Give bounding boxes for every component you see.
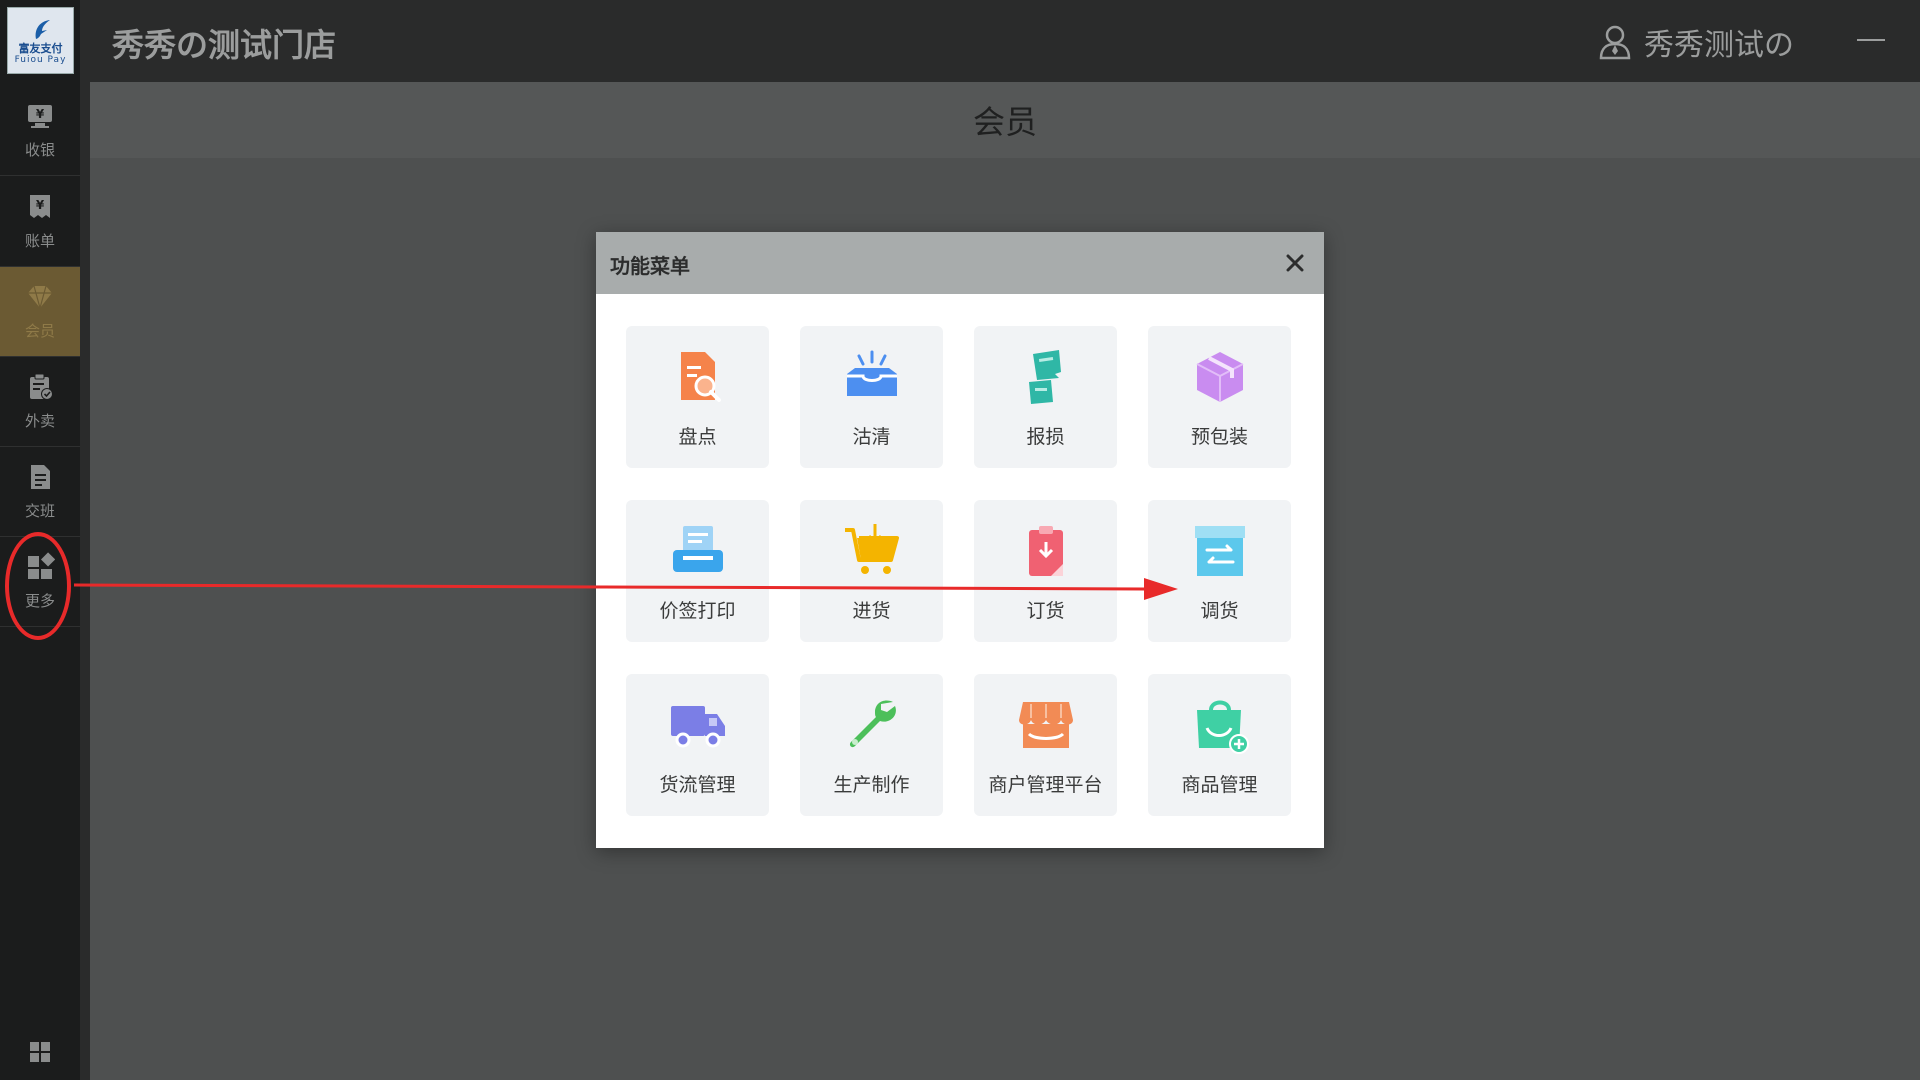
sidebar-item-label: 交班 <box>24 502 55 520</box>
diamond-icon <box>28 285 52 309</box>
document-icon <box>31 465 50 489</box>
tile-label: 商品管理 <box>1181 774 1258 796</box>
dialog-header: 功能菜单 <box>596 232 1324 294</box>
order-goods-icon <box>1028 526 1063 576</box>
tile-label: 生产制作 <box>833 774 910 796</box>
minimize-button[interactable] <box>1857 24 1887 54</box>
sidebar-item-bill[interactable]: ¥ 账单 <box>0 177 80 267</box>
app-grid-icon[interactable] <box>28 1040 52 1064</box>
tile-purchase[interactable]: 进货 <box>800 500 943 642</box>
sidebar-item-cashier[interactable]: ¥ 收银 <box>0 86 80 176</box>
truck-icon <box>670 706 725 748</box>
tile-damage-report[interactable]: 报损 <box>974 326 1117 468</box>
tile-label: 盘点 <box>678 426 717 448</box>
sidebar-item-label: 会员 <box>24 322 55 340</box>
section-title: 会员 <box>972 103 1037 141</box>
user-icon <box>1599 25 1631 60</box>
shopping-bag-icon <box>1196 700 1249 754</box>
storefront-icon <box>1018 702 1073 748</box>
sold-out-icon <box>846 350 897 396</box>
clipboard-check-icon <box>30 373 53 400</box>
tile-production[interactable]: 生产制作 <box>800 674 943 816</box>
sidebar-item-label: 收银 <box>24 141 55 159</box>
sidebar-item-label: 外卖 <box>24 412 55 430</box>
tile-stock-take[interactable]: 盘点 <box>626 326 769 468</box>
tile-product-management[interactable]: 商品管理 <box>1148 674 1291 816</box>
sidebar-item-member[interactable]: 会员 <box>0 267 80 357</box>
svg-text:¥: ¥ <box>36 107 45 121</box>
function-menu-dialog: 功能菜单 盘点 沽清 报损 预包装 价签打印 进货 订货 调货 货流管理 生产制… <box>596 232 1324 848</box>
sidebar-item-shift-handover[interactable]: 交班 <box>0 447 80 537</box>
annotation-highlight-circle <box>5 532 71 640</box>
logo-text-cn: 富友支付 <box>18 41 63 55</box>
tile-label: 调货 <box>1200 600 1239 622</box>
bill-icon: ¥ <box>30 195 50 218</box>
logo-text-en: Fuiou Pay <box>14 54 67 65</box>
tile-sold-out[interactable]: 沽清 <box>800 326 943 468</box>
dialog-title: 功能菜单 <box>610 254 690 278</box>
store-name: 秀秀の测试门店 <box>112 26 337 64</box>
tile-label: 报损 <box>1026 426 1065 448</box>
prepackage-box-icon <box>1196 352 1243 402</box>
user-menu[interactable]: 秀秀测试の <box>1598 22 1794 63</box>
fuiou-logo-icon <box>35 19 50 39</box>
purchase-cart-icon <box>844 524 899 574</box>
tile-label: 预包装 <box>1190 426 1248 448</box>
section-header: 会员 <box>90 82 1920 158</box>
tile-label-print[interactable]: 价签打印 <box>626 500 769 642</box>
transfer-goods-icon <box>1194 526 1245 576</box>
tile-order-goods[interactable]: 订货 <box>974 500 1117 642</box>
top-header: 秀秀の测试门店 秀秀测试の <box>80 0 1920 82</box>
svg-text:¥: ¥ <box>36 198 45 212</box>
fuiou-pay-logo: 富友支付 Fuiou Pay <box>7 7 74 74</box>
damage-report-icon <box>1028 350 1061 404</box>
cash-register-icon: ¥ <box>28 105 52 128</box>
tile-label: 商户管理平台 <box>988 774 1103 796</box>
annotation-arrow <box>74 578 1178 600</box>
tile-prepackage[interactable]: 预包装 <box>1148 326 1291 468</box>
close-icon[interactable] <box>1284 252 1306 274</box>
sidebar-item-label: 账单 <box>24 232 55 250</box>
stock-take-icon <box>680 352 721 402</box>
function-tiles: 盘点 沽清 报损 预包装 价签打印 进货 订货 调货 货流管理 生产制作 商户管… <box>626 326 1296 816</box>
tile-label: 货流管理 <box>659 774 736 796</box>
label-print-icon <box>672 526 723 572</box>
tile-label: 沽清 <box>852 426 891 448</box>
wrench-icon <box>849 700 896 748</box>
tile-merchant-platform[interactable]: 商户管理平台 <box>974 674 1117 816</box>
tile-transfer-goods[interactable]: 调货 <box>1148 500 1291 642</box>
user-name: 秀秀测试の <box>1644 28 1794 63</box>
sidebar-item-takeaway[interactable]: 外卖 <box>0 357 80 447</box>
tile-logistics[interactable]: 货流管理 <box>626 674 769 816</box>
